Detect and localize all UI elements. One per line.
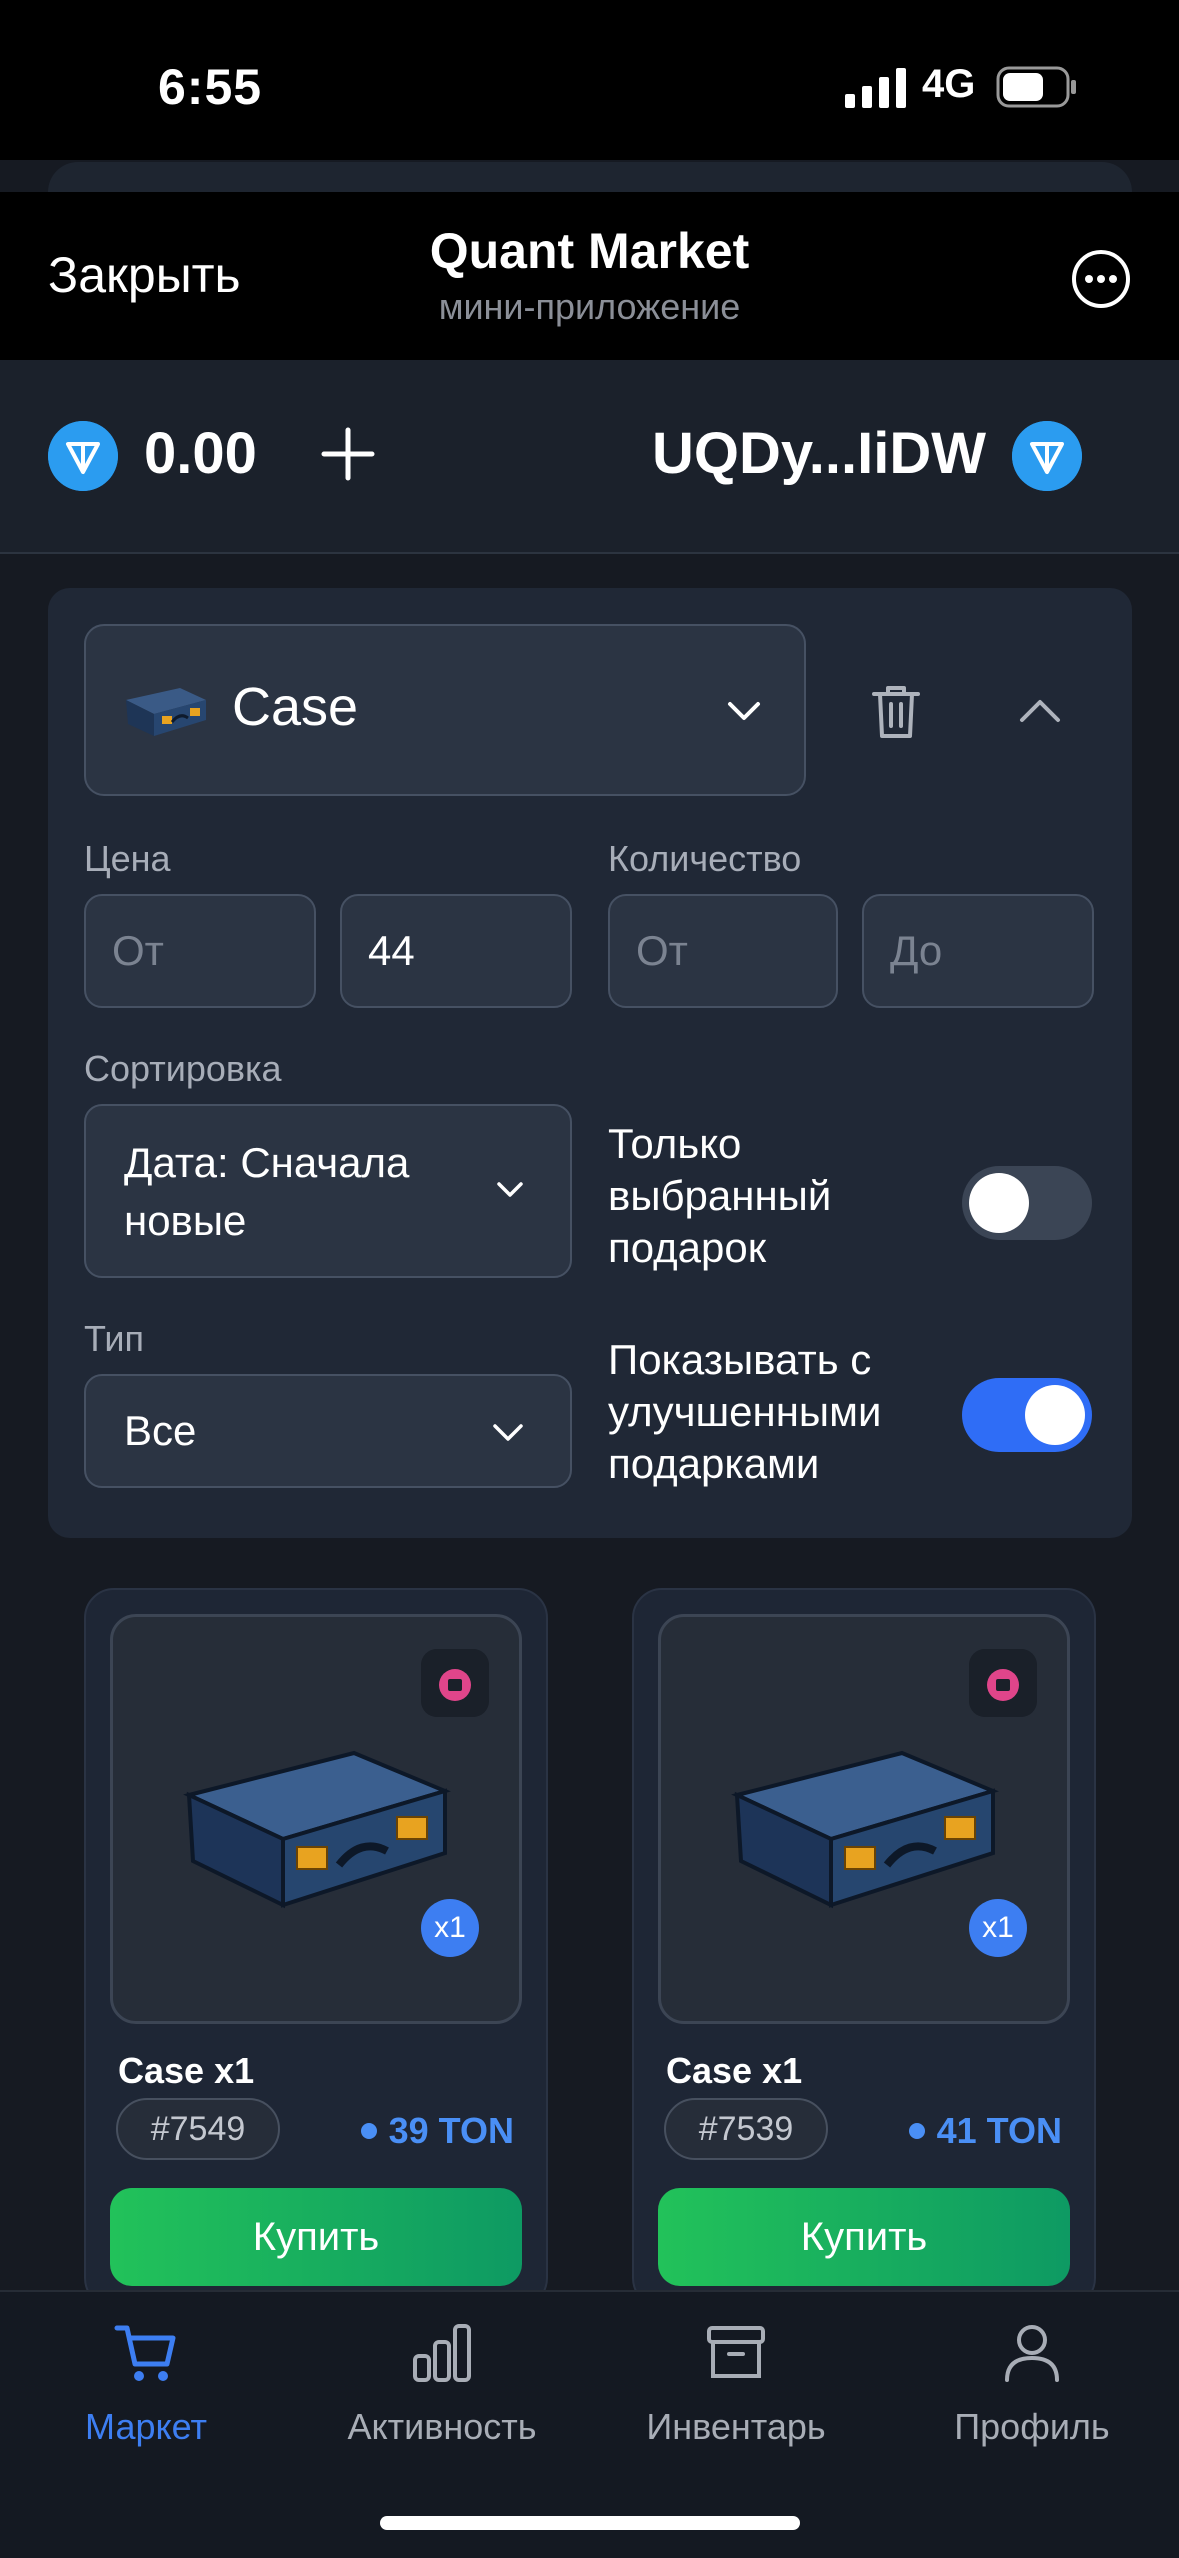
gift-card[interactable]: x1 Case x1 #7549 39 TON Купить [84,1588,548,2308]
price-text: 39 TON [388,2110,514,2151]
sort-label: Сортировка [84,1048,282,1089]
plus-icon[interactable] [318,420,378,488]
gift-image: x1 [110,1614,522,2024]
quantity-from-input[interactable]: От [608,894,838,1008]
toggle-knob [1025,1385,1085,1445]
gift-price: 39 TON [360,2110,514,2152]
gift-select-value: Case [232,677,359,737]
quantity-to-input[interactable]: До [862,894,1094,1008]
briefcase-icon [126,688,206,736]
app-subtitle: мини-приложение [438,286,741,327]
price-from-input[interactable]: От [84,894,316,1008]
price-to-input[interactable]: 44 [340,894,572,1008]
sheet-handle [48,162,1132,192]
buy-button[interactable]: Купить [658,2188,1070,2286]
briefcase-icon [731,1750,999,1909]
balance-amount: 0.00 [144,421,257,486]
quantity-label: Количество [608,838,802,879]
network-type: 4G [922,62,976,106]
gift-image: x1 [658,1614,1070,2024]
nav-label: Профиль [954,2406,1110,2447]
type-label: Тип [84,1318,145,1359]
signal-icon [845,68,906,108]
ton-dot-icon [908,2123,925,2139]
only-selected-toggle[interactable] [962,1166,1092,1240]
quantity-badge: x1 [421,1899,479,1957]
battery-icon [996,66,1076,108]
gift-price: 41 TON [908,2110,1062,2152]
nav-inventory[interactable]: Инвентарь [606,2320,866,2450]
more-options-icon[interactable] [1070,248,1132,310]
cart-icon [114,2325,176,2381]
only-selected-label: Только выбранный подарок [608,1120,832,1271]
home-indicator [380,2516,800,2530]
wallet-address[interactable]: UQDy...IiDW [600,420,986,487]
ton-dot-icon [360,2123,377,2139]
gift-name: Case x1 [666,2050,803,2091]
upgrade-icon [969,1649,1037,1717]
gift-id-badge: #7549 [116,2098,280,2160]
chevron-down-icon [497,1182,523,1197]
chart-icon [413,2324,471,2382]
nav-activity[interactable]: Активность [312,2320,572,2450]
nav-label: Активность [347,2406,537,2447]
trash-icon[interactable] [868,680,924,742]
nav-market[interactable]: Маркет [16,2320,276,2450]
gift-card[interactable]: x1 Case x1 #7539 41 TON Купить [632,1588,1096,2308]
gift-id-badge: #7539 [664,2098,828,2160]
status-time: 6:55 [158,59,263,115]
chevron-down-icon [728,702,760,720]
quantity-badge: x1 [969,1899,1027,1957]
buy-button[interactable]: Купить [110,2188,522,2286]
nav-label: Инвентарь [646,2406,826,2447]
toggle-knob [969,1173,1029,1233]
show-upgraded-toggle[interactable] [962,1378,1092,1452]
app-title: Quant Market [429,223,750,279]
show-upgraded-label: Показывать с улучшенными подарками [608,1336,882,1487]
nav-label: Маркет [85,2406,207,2447]
price-label: Цена [84,838,171,879]
nav-profile[interactable]: Профиль [902,2320,1162,2450]
ton-icon [48,421,118,491]
briefcase-icon [183,1750,451,1909]
chevron-down-icon [493,1424,523,1441]
price-text: 41 TON [936,2110,1062,2151]
user-icon [1005,2325,1059,2382]
ton-icon[interactable] [1012,421,1082,491]
chevron-up-icon[interactable] [1016,694,1064,726]
upgrade-icon [421,1649,489,1717]
archive-icon [707,2326,765,2378]
sort-select-value: Дата: Сначала новые [124,1139,410,1244]
gift-name: Case x1 [118,2050,255,2091]
